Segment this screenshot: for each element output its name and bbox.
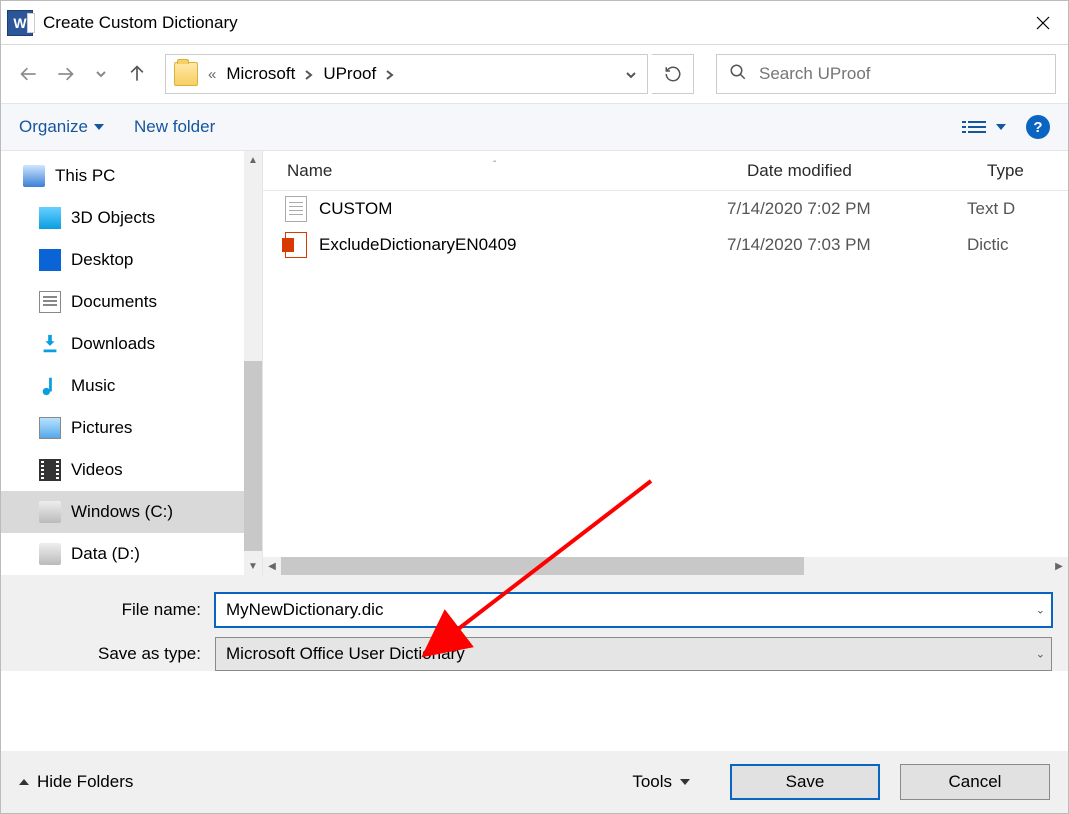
scroll-thumb[interactable] [244,361,262,551]
file-row[interactable]: CUSTOM 7/14/2020 7:02 PM Text D [263,191,1068,227]
organize-button[interactable]: Organize [19,117,104,137]
word-icon: W [7,10,33,36]
filename-label: File name: [17,600,215,620]
videos-icon [39,459,61,481]
column-date[interactable]: Date modified [723,161,963,181]
scroll-thumb[interactable] [281,557,804,575]
savetype-label: Save as type: [17,644,215,664]
address-dropdown[interactable] [613,55,647,93]
nav-up-button[interactable] [121,58,153,90]
save-button[interactable]: Save [730,764,880,800]
column-name[interactable]: Nameˆ [263,161,723,181]
file-type: Text D [963,199,1068,219]
hide-folders-button[interactable]: Hide Folders [19,772,133,792]
tree-pictures[interactable]: Pictures [1,407,262,449]
close-button[interactable] [1018,1,1068,45]
tree-desktop[interactable]: Desktop [1,239,262,281]
tree-scrollbar[interactable]: ▲ ▼ [244,151,262,575]
command-bar: Organize New folder ? [1,103,1068,151]
pictures-icon [39,417,61,439]
file-row[interactable]: ExcludeDictionaryEN0409 7/14/2020 7:03 P… [263,227,1068,263]
refresh-button[interactable] [652,54,694,94]
documents-icon [39,291,61,313]
nav-back-button[interactable] [13,58,45,90]
main-area: This PC 3D Objects Desktop Documents Dow… [1,151,1068,575]
tree-data-d[interactable]: Data (D:) [1,533,262,575]
tree-this-pc[interactable]: This PC [1,155,262,197]
sort-indicator-icon: ˆ [493,160,496,171]
chevron-down-icon[interactable]: ⌄ [1036,604,1045,617]
3d-objects-icon [39,207,61,229]
search-input[interactable] [759,64,1043,84]
savetype-value: Microsoft Office User Dictionary [226,644,465,664]
scroll-left-icon[interactable]: ◀ [263,557,281,575]
breadcrumb-prefix: « [206,66,218,83]
tools-button[interactable]: Tools [632,772,690,792]
breadcrumb-uproof[interactable]: UProof [315,64,384,84]
filename-field[interactable]: ⌄ [215,593,1052,627]
window-title: Create Custom Dictionary [43,13,238,33]
help-button[interactable]: ? [1026,115,1050,139]
text-file-icon [285,196,307,222]
search-icon [729,63,747,85]
tree-3d-objects[interactable]: 3D Objects [1,197,262,239]
tree-downloads[interactable]: Downloads [1,323,262,365]
view-options-button[interactable] [968,121,1006,133]
drive-icon [39,501,61,523]
address-bar[interactable]: « Microsoft UProof [165,54,648,94]
filename-input[interactable] [226,600,1041,620]
office-file-icon [285,232,307,258]
horizontal-scrollbar[interactable]: ◀ ▶ [263,557,1068,575]
scroll-down-icon[interactable]: ▼ [244,557,262,575]
file-date: 7/14/2020 7:02 PM [723,199,963,219]
search-box[interactable] [716,54,1056,94]
pc-icon [23,165,45,187]
savetype-field[interactable]: Microsoft Office User Dictionary ⌄ [215,637,1052,671]
file-name: CUSTOM [319,199,392,219]
nav-bar: « Microsoft UProof [1,45,1068,103]
file-list: Nameˆ Date modified Type CUSTOM 7/14/202… [263,151,1068,575]
nav-recent-button[interactable] [85,58,117,90]
breadcrumb-microsoft[interactable]: Microsoft [218,64,303,84]
new-folder-button[interactable]: New folder [134,117,215,137]
column-type[interactable]: Type [963,161,1068,181]
tree-windows-c[interactable]: Windows (C:) [1,491,262,533]
music-icon [39,375,61,397]
file-date: 7/14/2020 7:03 PM [723,235,963,255]
drive-icon [39,543,61,565]
chevron-down-icon[interactable]: ⌄ [1036,648,1045,661]
chevron-right-icon[interactable] [303,68,315,80]
scroll-up-icon[interactable]: ▲ [244,151,262,169]
navigation-tree: This PC 3D Objects Desktop Documents Dow… [1,151,263,575]
footer: Hide Folders Tools Save Cancel [1,751,1068,813]
scroll-right-icon[interactable]: ▶ [1050,557,1068,575]
chevron-right-icon[interactable] [384,68,396,80]
tree-videos[interactable]: Videos [1,449,262,491]
cancel-button[interactable]: Cancel [900,764,1050,800]
file-type: Dictic [963,235,1068,255]
save-form: File name: ⌄ Save as type: Microsoft Off… [1,575,1068,671]
downloads-icon [39,333,61,355]
list-header: Nameˆ Date modified Type [263,151,1068,191]
tree-music[interactable]: Music [1,365,262,407]
file-name: ExcludeDictionaryEN0409 [319,235,517,255]
titlebar: W Create Custom Dictionary [1,1,1068,45]
chevron-up-icon [19,779,29,785]
nav-forward-button[interactable] [49,58,81,90]
folder-icon [174,62,198,86]
tree-documents[interactable]: Documents [1,281,262,323]
desktop-icon [39,249,61,271]
list-view-icon [968,121,986,133]
